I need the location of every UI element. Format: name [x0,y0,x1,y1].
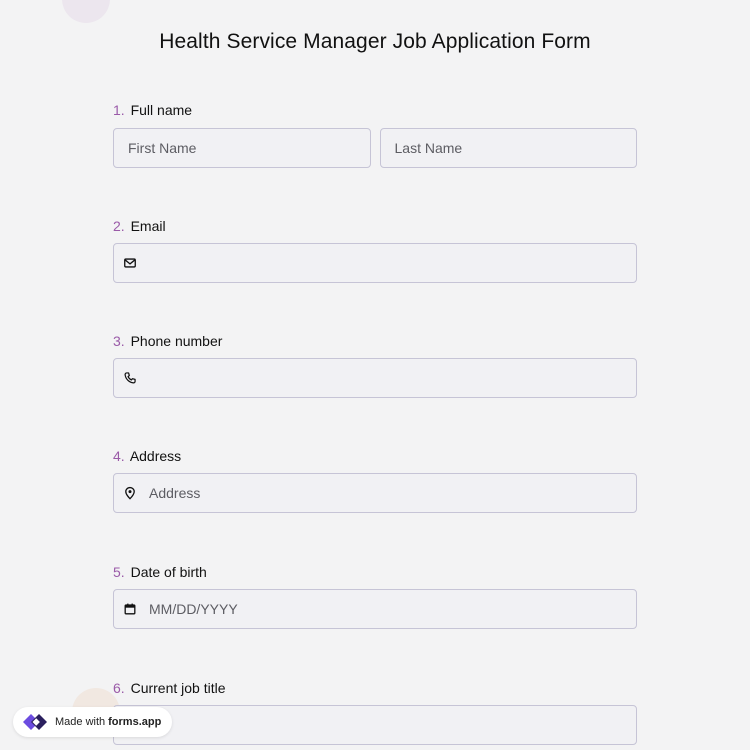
map-pin-icon [123,486,137,500]
question-date-of-birth: 5. Date of birth MM/DD/YYYY [113,563,637,629]
question-title: Address [129,448,182,464]
question-current-job-title: 6. Current job title [113,679,637,745]
question-phone-number: 3. Phone number [113,332,637,398]
question-label: 1. Full name [113,101,637,119]
question-title: Full name [130,102,193,118]
address-placeholder: Address [149,485,201,501]
made-with-forms-app-badge[interactable]: Made with forms.app [13,707,173,737]
question-number: 1. [113,102,125,118]
question-email: 2. Email [113,217,637,283]
question-label: 6. Current job title [113,679,637,697]
badge-prefix: Made with [55,716,106,728]
question-number: 5. [113,564,125,580]
question-label: 2. Email [113,217,637,235]
question-number: 2. [113,218,125,234]
question-label: 3. Phone number [113,332,637,350]
email-input[interactable] [113,243,637,283]
form-title: Health Service Manager Job Application F… [159,30,591,53]
date-of-birth-input[interactable]: MM/DD/YYYY [113,589,637,629]
question-title: Current job title [130,680,226,696]
first-name-input[interactable]: First Name [113,128,371,168]
question-number: 4. [113,448,125,464]
question-label: 4. Address [113,447,637,465]
question-title: Email [130,218,166,234]
job-title-input[interactable] [113,705,637,745]
last-name-placeholder: Last Name [394,140,463,156]
first-name-placeholder: First Name [128,140,197,156]
forms-app-logo-icon [20,711,50,733]
date-placeholder: MM/DD/YYYY [149,601,238,617]
calendar-icon [123,602,137,616]
last-name-input[interactable]: Last Name [379,128,637,168]
question-title: Phone number [130,333,223,349]
badge-brand: forms.app [108,716,162,728]
phone-input[interactable] [113,358,637,398]
phone-icon [123,371,137,385]
decorative-circle-top [62,0,110,23]
question-address: 4. Address Address [113,447,637,513]
question-label: 5. Date of birth [113,563,637,581]
question-number: 6. [113,680,125,696]
address-input[interactable]: Address [113,473,637,513]
envelope-icon [123,256,137,270]
question-number: 3. [113,333,125,349]
question-title: Date of birth [130,564,207,580]
question-full-name: 1. Full name First Name Last Name [113,101,637,168]
